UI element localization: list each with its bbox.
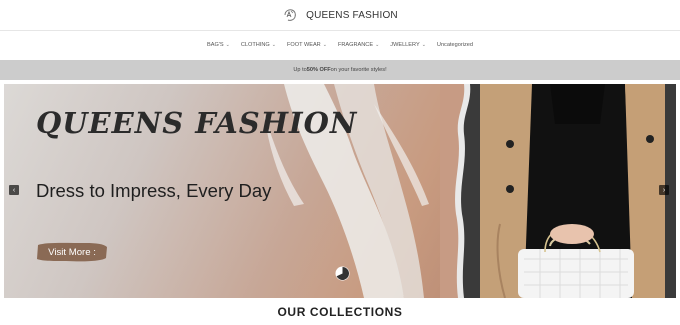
chevron-down-icon: ⌄ (322, 42, 327, 48)
nav-item-bags[interactable]: BAG'S ⌄ (207, 42, 230, 48)
main-nav: BAG'S ⌄ CLOTHING ⌄ FOOT WEAR ⌄ FRAGRANCE ⌄ J… (0, 36, 680, 54)
promo-suffix: on your favorite styles! (330, 67, 387, 73)
nav-item-foot-wear[interactable]: FOOT WEAR ⌄ (287, 42, 327, 48)
nav-item-label: FRAGRANCE (337, 42, 374, 48)
promo-bar: Up to 50% OFF on your favorite styles! (0, 60, 680, 80)
nav-item-label: BAG'S (207, 42, 224, 48)
chevron-down-icon: ⌄ (375, 42, 380, 48)
nav-item-label: JWELLERY (390, 42, 420, 48)
promo-highlight: 50% OFF (306, 67, 331, 73)
nav-item-clothing[interactable]: CLOTHING ⌄ (241, 42, 276, 48)
visit-more-button[interactable]: Visit More : (36, 241, 108, 263)
nav-item-uncategorized[interactable]: Uncategorized (437, 42, 473, 48)
slider-prev-button[interactable]: ‹ (9, 185, 19, 195)
slider-pause-icon[interactable] (335, 266, 350, 281)
nav-item-label: CLOTHING (240, 42, 270, 48)
chevron-down-icon: ⌄ (271, 42, 276, 48)
nav-item-label: FOOT WEAR (286, 42, 321, 48)
slider-next-button[interactable]: › (659, 185, 669, 195)
promo-prefix: Up to (293, 67, 307, 73)
chevron-down-icon: ⌄ (225, 42, 230, 48)
nav-item-jwellery[interactable]: JWELLERY ⌄ (390, 42, 426, 48)
site-header: QUEENS FASHION (0, 0, 680, 30)
hero-subtitle: Dress to Impress, Every Day (36, 180, 272, 201)
queens-logo-icon[interactable] (282, 7, 298, 23)
site-brand[interactable]: QUEENS FASHION (306, 10, 398, 21)
header-divider (0, 30, 680, 31)
chevron-down-icon: ⌄ (421, 42, 426, 48)
hero-title: QUEENS FASHION (36, 106, 358, 140)
hero-model-image (440, 84, 676, 298)
visit-more-label: Visit More : (48, 246, 96, 258)
nav-item-fragrance[interactable]: FRAGRANCE ⌄ (338, 42, 379, 48)
nav-item-label: Uncategorized (436, 42, 473, 48)
section-title: OUR COLLECTIONS (277, 305, 403, 319)
